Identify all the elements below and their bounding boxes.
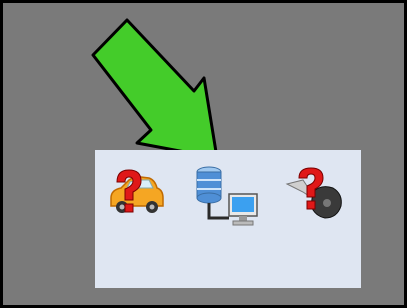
network-server-connection-icon[interactable] (195, 164, 261, 230)
screenshot-frame (0, 0, 407, 308)
key-unknown-icon[interactable] (281, 166, 351, 228)
status-icon-panel (95, 150, 361, 288)
vehicle-unknown-icon[interactable] (105, 168, 165, 224)
